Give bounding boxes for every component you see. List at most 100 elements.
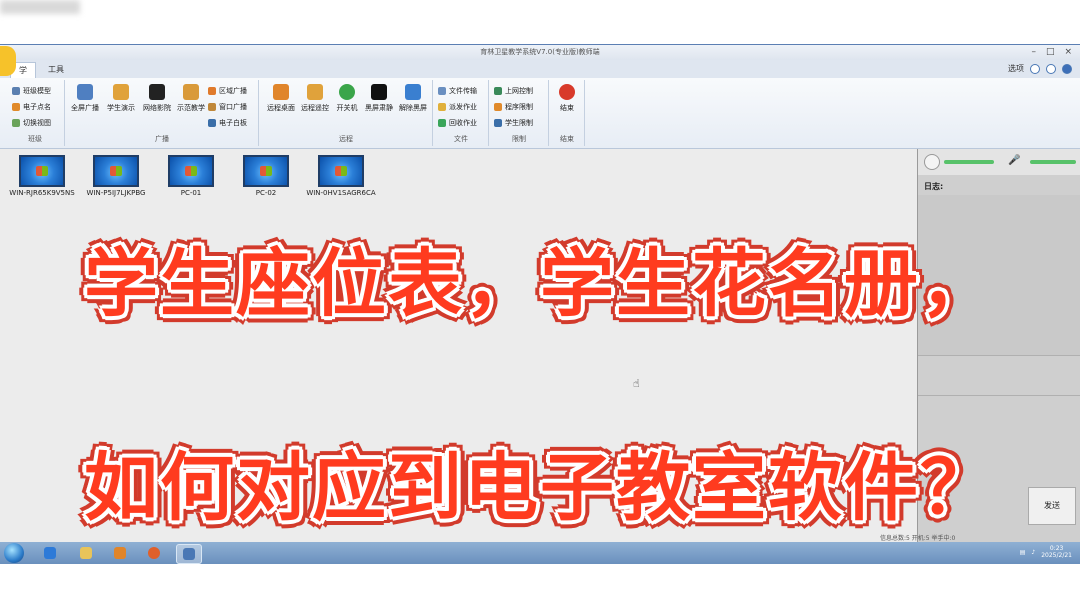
volume-icon[interactable]: ♪ xyxy=(1031,549,1035,556)
group-label-broadcast: 广播 xyxy=(155,135,169,143)
program-icon xyxy=(494,103,502,111)
program-limit-button[interactable]: 程序限制 xyxy=(494,102,533,112)
mouse-cursor-icon: ☝ xyxy=(633,377,640,390)
monitor-icon xyxy=(93,155,139,187)
video-top-margin xyxy=(0,0,1080,44)
cinema-icon xyxy=(149,84,165,100)
title-bar: 育林卫星教学系统V7.0(专业版)教师端 – □ × xyxy=(0,44,1080,61)
log-label: 日志: xyxy=(924,182,944,191)
monitor-icon xyxy=(243,155,289,187)
group-label-file: 文件 xyxy=(454,135,468,143)
area-broadcast-button[interactable]: 区域广播 xyxy=(208,86,247,96)
refresh-icon[interactable] xyxy=(1030,63,1040,74)
monitor-black-icon xyxy=(371,84,387,100)
end-button[interactable]: 结束 xyxy=(548,84,586,113)
group-class: 班级模型 电子点名 切换视图 班级 xyxy=(6,80,65,146)
monitor-icon xyxy=(168,155,214,187)
student-icon xyxy=(494,119,502,127)
window-icon xyxy=(208,103,216,111)
unlock-screen-button[interactable]: 解除黑屏 xyxy=(394,84,432,113)
maximize-button[interactable]: □ xyxy=(1046,47,1055,57)
app-taskbar-button[interactable] xyxy=(142,544,166,562)
file-icon xyxy=(438,87,446,95)
group-file: 文件传输 派发作业 回收作业 文件 xyxy=(434,80,489,146)
window-broadcast-button[interactable]: 窗口广播 xyxy=(208,102,247,112)
student-pc[interactable]: PC-02 xyxy=(226,155,306,197)
ie-taskbar-button[interactable] xyxy=(38,544,62,562)
remote-desktop-icon xyxy=(273,84,289,100)
teaching-icon xyxy=(183,84,199,100)
speaker-icon[interactable] xyxy=(924,154,940,170)
taskbar: ▤ ♪ 0:23 2025/2/21 xyxy=(0,542,1080,564)
whiteboard-icon xyxy=(208,119,216,127)
yellow-sticker xyxy=(0,46,16,76)
system-tray: ▤ ♪ 0:23 2025/2/21 xyxy=(1020,545,1072,559)
network-icon[interactable]: ▤ xyxy=(1020,549,1026,556)
window-controls: – □ × xyxy=(1031,47,1072,57)
mic-volume-slider[interactable] xyxy=(1030,160,1076,164)
group-limit: 上网控制 程序限制 学生限制 限制 xyxy=(490,80,549,146)
blurred-caption xyxy=(0,0,80,14)
group-label-remote: 远程 xyxy=(339,135,353,143)
group-remote: 远程桌面 远程遥控 开关机 黑屏肃静 解除黑屏 远程 xyxy=(260,80,433,146)
group-broadcast: 全屏广播 学生演示 网络影院 示范教学 区域广播 窗口广播 电子白板 广播 xyxy=(66,80,259,146)
group-end: 结束 结束 xyxy=(550,80,585,146)
stop-icon xyxy=(559,84,575,100)
explorer-taskbar-button[interactable] xyxy=(74,544,98,562)
tab-tools[interactable]: 工具 xyxy=(40,62,72,78)
window-title: 育林卫星教学系统V7.0(专业版)教师端 xyxy=(480,48,600,56)
clock[interactable]: 0:23 2025/2/21 xyxy=(1041,545,1072,559)
switch-view-button[interactable]: 切换视图 xyxy=(12,118,51,128)
file-transfer-button[interactable]: 文件传输 xyxy=(438,86,477,96)
grid-icon xyxy=(12,87,20,95)
overlay-caption-line2: 如何对应到电子教室软件？ xyxy=(84,445,996,531)
student-demo-button[interactable]: 学生演示 xyxy=(102,84,140,113)
remote-control-icon xyxy=(307,84,323,100)
overlay-caption-line1: 学生座位表，学生花名册， xyxy=(84,241,996,327)
roll-call-icon xyxy=(12,103,20,111)
demo-teaching-button[interactable]: 示范教学 xyxy=(172,84,210,113)
remote-desktop-button[interactable]: 远程桌面 xyxy=(262,84,300,113)
fullscreen-broadcast-button[interactable]: 全屏广播 xyxy=(66,84,104,113)
ie-icon xyxy=(44,547,56,559)
demo-icon xyxy=(113,84,129,100)
broadcast-icon xyxy=(77,84,93,100)
help-icon[interactable] xyxy=(1062,63,1072,74)
assign-homework-button[interactable]: 派发作业 xyxy=(438,102,477,112)
media-icon xyxy=(114,547,126,559)
assign-icon xyxy=(438,103,446,111)
web-control-button[interactable]: 上网控制 xyxy=(494,86,533,96)
microphone-icon[interactable]: 🎤 xyxy=(1008,155,1020,166)
speaker-volume-slider[interactable] xyxy=(944,160,994,164)
options-area: 选项 xyxy=(1008,63,1072,74)
collect-homework-button[interactable]: 回收作业 xyxy=(438,118,477,128)
whiteboard-button[interactable]: 电子白板 xyxy=(208,118,247,128)
media-taskbar-button[interactable] xyxy=(108,544,132,562)
class-model-button[interactable]: 班级模型 xyxy=(12,86,51,96)
minimize-button[interactable]: – xyxy=(1031,47,1036,57)
audio-controls: 🎤 xyxy=(918,149,1080,175)
teacher-taskbar-button[interactable] xyxy=(176,544,202,564)
student-pc[interactable]: WIN-P5IJ7LJKPBG xyxy=(76,155,156,197)
app-icon xyxy=(148,547,160,559)
black-screen-button[interactable]: 黑屏肃静 xyxy=(360,84,398,113)
options-menu[interactable]: 选项 xyxy=(1008,63,1024,74)
start-button[interactable] xyxy=(4,543,24,563)
collect-icon xyxy=(438,119,446,127)
web-icon xyxy=(494,87,502,95)
divider xyxy=(918,395,1080,396)
group-label-end: 结束 xyxy=(560,135,574,143)
roll-call-button[interactable]: 电子点名 xyxy=(12,102,51,112)
info-icon[interactable] xyxy=(1046,63,1056,74)
student-pc[interactable]: PC-01 xyxy=(151,155,231,197)
student-limit-button[interactable]: 学生限制 xyxy=(494,118,533,128)
student-pc[interactable]: WIN-0HV1SAGR6CA xyxy=(301,155,381,197)
video-bottom-margin xyxy=(0,564,1080,607)
power-icon xyxy=(339,84,355,100)
student-pc[interactable]: WIN-RJR65K9V5NS xyxy=(2,155,82,197)
teacher-app-icon xyxy=(183,548,195,560)
group-label-class: 班级 xyxy=(28,135,42,143)
view-icon xyxy=(12,119,20,127)
close-button[interactable]: × xyxy=(1064,47,1072,57)
network-cinema-button[interactable]: 网络影院 xyxy=(138,84,176,113)
